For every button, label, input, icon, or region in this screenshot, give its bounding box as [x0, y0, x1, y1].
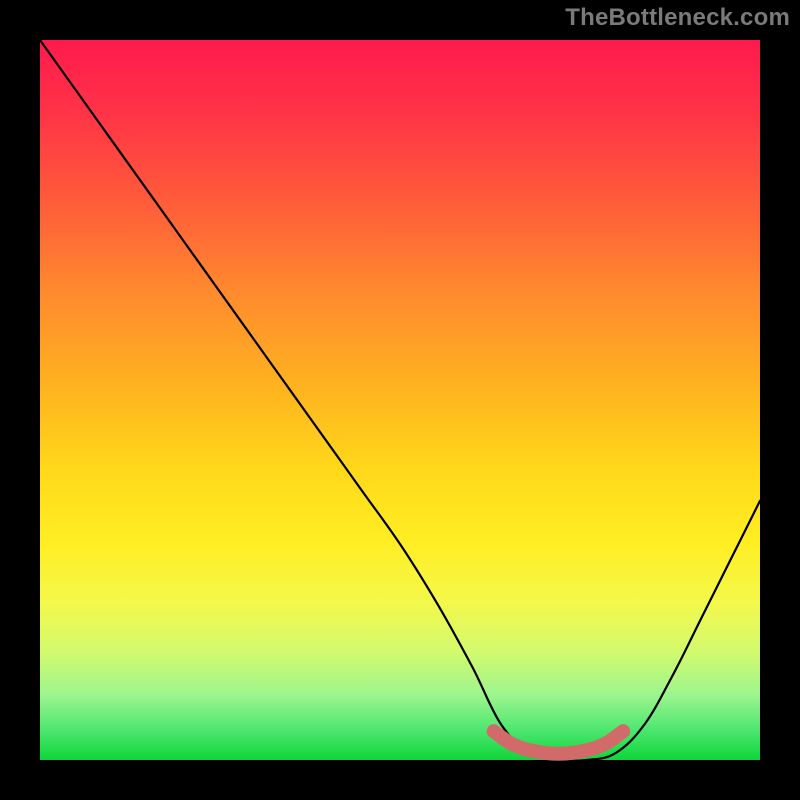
- chart-frame: TheBottleneck.com: [0, 0, 800, 800]
- bottleneck-curve: [40, 40, 760, 761]
- plot-svg: [40, 40, 760, 760]
- optimal-range-highlight: [494, 731, 624, 754]
- plot-area: [40, 40, 760, 760]
- watermark-text: TheBottleneck.com: [565, 4, 790, 32]
